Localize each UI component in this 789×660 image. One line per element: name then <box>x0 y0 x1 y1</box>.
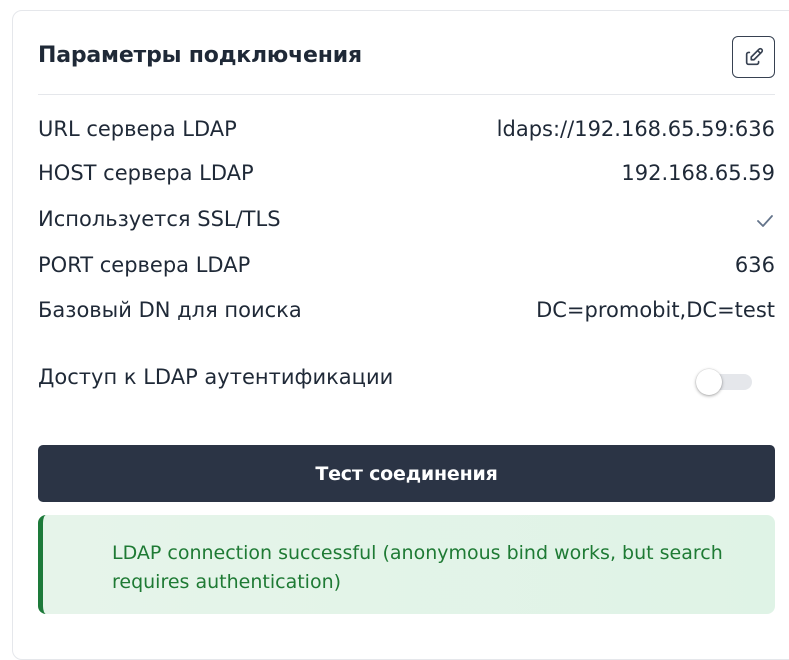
param-label-host: HOST сервера LDAP <box>38 161 254 185</box>
ldap-auth-toggle[interactable] <box>696 369 754 395</box>
pencil-edit-icon <box>745 47 763 66</box>
param-label-port: PORT сервера LDAP <box>38 253 251 277</box>
param-row-host: HOST сервера LDAP 192.168.65.59 <box>38 158 775 192</box>
check-icon <box>757 215 773 227</box>
param-value-base-dn: DC=promobit,DC=test <box>536 298 775 322</box>
param-row-ssl: Используется SSL/TLS <box>38 204 775 238</box>
param-row-port: PORT сервера LDAP 636 <box>38 250 775 284</box>
card-header: Параметры подключения <box>38 24 775 95</box>
test-connection-button[interactable]: Тест соединения <box>38 445 775 502</box>
param-value-url: ldaps://192.168.65.59:636 <box>496 117 775 141</box>
toggle-knob[interactable] <box>696 369 722 395</box>
ldap-auth-row: Доступ к LDAP аутентификации <box>38 362 775 396</box>
param-row-url: URL сервера LDAP ldaps://192.168.65.59:6… <box>38 114 775 148</box>
param-label-base-dn: Базовый DN для поиска <box>38 298 302 322</box>
edit-button[interactable] <box>732 36 775 78</box>
param-label-url: URL сервера LDAP <box>38 117 237 141</box>
card-title: Параметры подключения <box>38 43 362 68</box>
param-label-ssl: Используется SSL/TLS <box>38 207 281 231</box>
param-value-port: 636 <box>734 253 775 277</box>
alert-message: LDAP connection successful (anonymous bi… <box>112 542 723 593</box>
ldap-auth-label: Доступ к LDAP аутентификации <box>38 365 394 389</box>
param-value-host: 192.168.65.59 <box>621 161 775 185</box>
success-alert: LDAP connection successful (anonymous bi… <box>38 515 775 614</box>
param-row-base-dn: Базовый DN для поиска DC=promobit,DC=tes… <box>38 295 775 329</box>
